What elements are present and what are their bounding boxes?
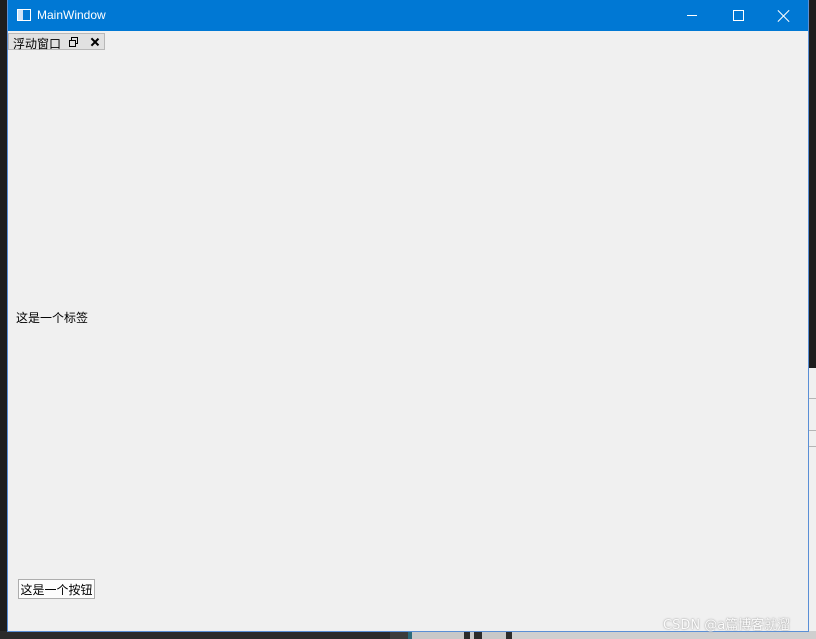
title-bar[interactable]: MainWindow [8, 0, 808, 31]
close-icon [778, 10, 790, 22]
background-panel-right [808, 368, 816, 639]
background-editor-left [0, 0, 8, 639]
main-window: MainWindow 浮动窗口 这是一个标签 这是一个按钮 CSDN @a篇博客… [8, 0, 808, 633]
float-icon[interactable] [69, 37, 78, 47]
text-label: 这是一个标签 [16, 311, 89, 325]
minimize-button[interactable] [669, 0, 715, 31]
dock-widget-titlebar[interactable]: 浮动窗口 [8, 33, 105, 51]
maximize-button[interactable] [715, 0, 761, 31]
close-button[interactable] [761, 0, 807, 31]
dock-widget-title: 浮动窗口 [13, 37, 62, 51]
window-title: MainWindow [37, 8, 106, 22]
maximize-icon [732, 10, 744, 21]
watermark-text: CSDN @a篇博客就溜 [663, 618, 791, 633]
push-button[interactable]: 这是一个按钮 [18, 579, 95, 599]
minimize-icon [687, 15, 697, 16]
dock-close-icon[interactable] [90, 37, 100, 47]
window-app-icon [17, 9, 31, 21]
